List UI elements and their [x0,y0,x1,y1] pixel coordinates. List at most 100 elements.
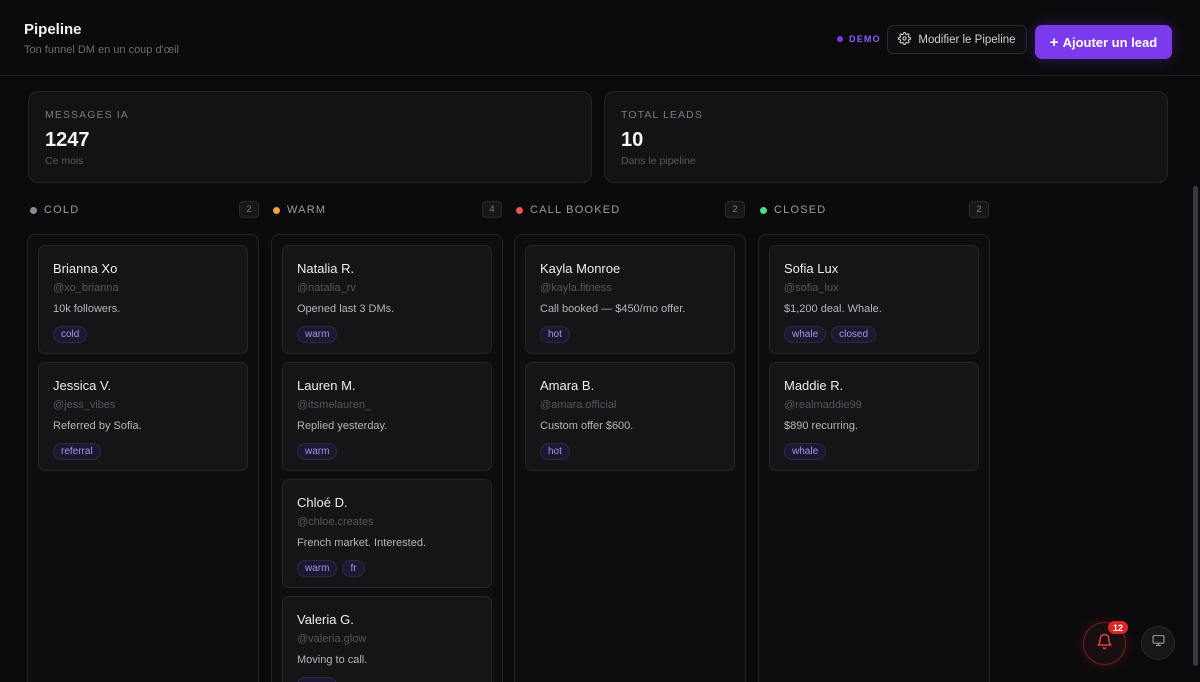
lead-note: Call booked — $450/mo offer. [540,303,686,315]
lead-note: Referred by Sofia. [53,420,142,432]
lead-handle: @xo_brianna [53,282,119,294]
lead-tag: whale [784,443,827,460]
lead-note: $1,200 deal. Whale. [784,303,882,315]
demo-label: DEMO [849,34,881,44]
lead-name: Valeria G. [297,612,354,627]
lead-card[interactable]: Amara B. @amara.official Custom offer $6… [525,362,735,471]
lead-name: Amara B. [540,378,595,393]
lead-card[interactable]: Chloé D. @chloe.creates French market. I… [282,479,492,588]
lead-handle: @natalia_rv [297,282,356,294]
column-title: CALL BOOKED [530,204,621,216]
column-title: WARM [287,204,327,216]
column-header-warm: WARM 4 [271,201,502,219]
demo-badge: DEMO [837,34,881,44]
lead-tag: fr [342,560,365,577]
column-count-badge: 2 [969,201,989,218]
lead-name: Kayla Monroe [540,261,621,276]
lead-tags: referral [53,443,101,460]
lead-handle: @realmaddie99 [784,399,862,411]
lead-note: French market. Interested. [297,537,426,549]
edit-pipeline-button[interactable]: Modifier le Pipeline [887,25,1027,54]
lead-card[interactable]: Jessica V. @jess_vibes Referred by Sofia… [38,362,248,471]
column-title: CLOSED [774,204,827,216]
lead-name: Lauren M. [297,378,356,393]
lead-note: Opened last 3 DMs. [297,303,395,315]
notifications-button[interactable]: 12 [1083,621,1128,665]
status-dot-icon [273,206,280,214]
scrollbar-thumb[interactable] [1193,186,1198,666]
edit-pipeline-label: Modifier le Pipeline [918,33,1016,46]
add-lead-label: Ajouter un lead [1062,34,1158,50]
lead-tag: hot [540,443,570,460]
lead-tags: warm [297,326,338,343]
lead-card[interactable]: Lauren M. @itsmelauren_ Replied yesterda… [282,362,492,471]
page-title: Pipeline [24,21,82,38]
lead-tags: hot [540,443,570,460]
column-header-closed: CLOSED 2 [758,201,989,219]
lead-handle: @sofia_lux [784,282,839,294]
column-title: COLD [44,204,80,216]
lead-card[interactable]: Maddie R. @realmaddie99 $890 recurring. … [769,362,979,471]
lead-tag: referral [53,443,101,460]
lead-handle: @kayla.fitness [540,282,612,294]
lead-note: $890 recurring. [784,420,858,432]
lead-name: Natalia R. [297,261,355,276]
lead-handle: @itsmelauren_ [297,399,372,411]
column-count-badge: 2 [725,201,745,218]
lead-note: 10k followers. [53,303,121,315]
page-subtitle: Ton funnel DM en un coup d'œil [24,44,179,56]
column-header-call-booked: CALL BOOKED 2 [514,201,745,219]
lead-note: Custom offer $600. [540,420,634,432]
status-dot-icon [30,206,37,214]
column-cold: Brianna Xo @xo_brianna 10k followers. co… [27,234,259,682]
lead-note: Moving to call. [297,654,368,666]
plus-icon: + [1049,33,1059,51]
lead-handle: @jess_vibes [53,399,116,411]
column-closed: Sofia Lux @sofia_lux $1,200 deal. Whale.… [758,234,990,682]
column-call-booked: Kayla Monroe @kayla.fitness Call booked … [514,234,746,682]
lead-tags: whale closed [784,326,877,343]
notification-count-badge: 12 [1108,621,1128,634]
stat-label: MESSAGES IA [45,109,129,121]
stat-card-messages: MESSAGES IA 1247 Ce mois [28,91,592,183]
demo-dot-icon [837,36,843,42]
lead-tags: hot [540,326,570,343]
monitor-icon [1152,634,1165,652]
lead-card[interactable]: Brianna Xo @xo_brianna 10k followers. co… [38,245,248,354]
lead-card[interactable]: Sofia Lux @sofia_lux $1,200 deal. Whale.… [769,245,979,354]
lead-name: Jessica V. [53,378,112,393]
page-scrollbar[interactable] [1192,76,1200,682]
stat-label: TOTAL LEADS [621,109,703,121]
column-warm: Natalia R. @natalia_rv Opened last 3 DMs… [271,234,503,682]
lead-tag: warm [297,560,338,577]
status-dot-icon [516,206,523,214]
lead-handle: @valeria.glow [297,633,367,645]
lead-tags: whale [784,443,827,460]
lead-tag: closed [831,326,877,343]
status-dot-icon [760,206,767,214]
lead-handle: @amara.official [540,399,617,411]
stat-sub: Dans le pipeline [621,155,696,167]
lead-note: Replied yesterday. [297,420,388,432]
stat-sub: Ce mois [45,155,84,167]
lead-tag: hot [540,326,570,343]
add-lead-button[interactable]: + Ajouter un lead [1035,25,1172,59]
lead-card[interactable]: Kayla Monroe @kayla.fitness Call booked … [525,245,735,354]
lead-name: Brianna Xo [53,261,118,276]
column-count-badge: 2 [239,201,259,218]
bell-icon [1096,633,1113,655]
column-header-cold: COLD 2 [28,201,259,219]
lead-tag: warm [297,677,338,682]
lead-card[interactable]: Valeria G. @valeria.glow Moving to call.… [282,596,492,682]
lead-tags: warm [297,443,338,460]
lead-tags: warm [297,677,338,682]
pipeline-app: Pipeline Ton funnel DM en un coup d'œil … [0,0,1200,682]
lead-tags: cold [53,326,88,343]
lead-tag: warm [297,443,338,460]
gear-icon [898,31,912,48]
lead-tag: warm [297,326,338,343]
lead-handle: @chloe.creates [297,516,374,528]
display-button[interactable] [1141,626,1175,660]
lead-card[interactable]: Natalia R. @natalia_rv Opened last 3 DMs… [282,245,492,354]
page-header: Pipeline Ton funnel DM en un coup d'œil … [0,0,1200,76]
